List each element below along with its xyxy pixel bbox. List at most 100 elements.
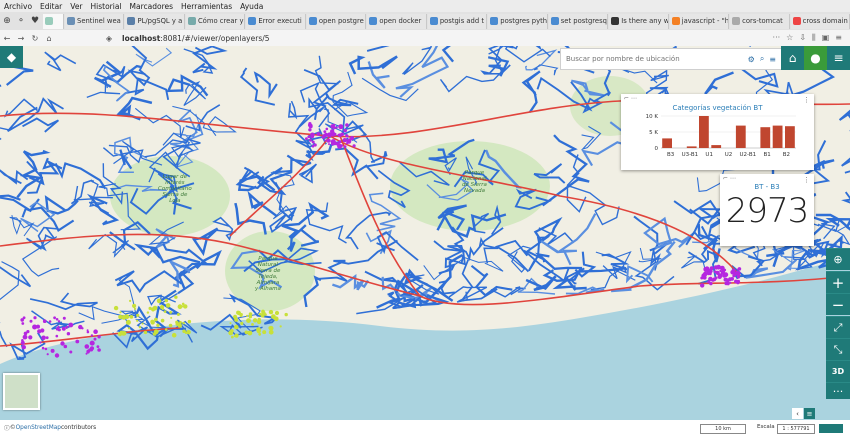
search-input[interactable] <box>564 54 748 64</box>
burger-menu-button[interactable]: ≡ <box>827 46 850 70</box>
point-feature <box>324 139 327 142</box>
sidebar-icon[interactable]: ⚬ <box>14 16 28 26</box>
point-feature <box>234 324 239 330</box>
point-feature <box>345 123 349 127</box>
more-icon[interactable]: ··· <box>773 33 781 43</box>
menu-editar[interactable]: Editar <box>36 2 66 11</box>
point-feature <box>736 280 739 283</box>
bar <box>662 138 672 148</box>
layers-icon: ◆ <box>6 50 17 64</box>
3d-button[interactable]: 3D <box>826 360 850 382</box>
browser-tab[interactable]: Cómo crear y <box>185 13 246 29</box>
back-icon[interactable]: ← <box>0 34 14 43</box>
pocket-icon[interactable]: ♥ <box>28 16 42 26</box>
point-feature <box>48 320 52 323</box>
network-line <box>838 109 850 121</box>
point-feature <box>244 330 249 335</box>
locate-button[interactable]: ⊕ <box>826 248 850 270</box>
tab-current[interactable] <box>43 13 64 29</box>
network-line <box>348 55 398 75</box>
favicon-icon <box>369 17 378 25</box>
browser-tab[interactable]: set postgresq <box>548 13 609 29</box>
point-feature <box>161 307 164 311</box>
more-tools-button[interactable]: ··· <box>826 382 850 399</box>
point-feature <box>90 334 94 337</box>
point-feature <box>46 353 49 356</box>
user-button[interactable]: ● <box>804 46 827 70</box>
point-feature <box>21 345 26 350</box>
toc-button[interactable]: ≡ <box>804 408 815 419</box>
search-icon[interactable]: ⌕ <box>760 54 764 64</box>
x-tick-label: U1 <box>705 152 713 158</box>
point-feature <box>156 298 162 304</box>
collapse-button[interactable]: ‹ <box>792 408 803 419</box>
back-nav-icon[interactable]: ⊕ <box>0 16 14 26</box>
sync-icon[interactable]: ▣ <box>822 33 830 43</box>
download-icon[interactable]: ⇩ <box>799 33 806 43</box>
pin-icon[interactable]: ⌐ ⋯ <box>723 175 736 182</box>
pin-icon[interactable]: ⌐ ⋯ <box>624 95 637 102</box>
point-feature <box>247 330 253 336</box>
point-feature <box>89 340 95 346</box>
point-feature <box>268 309 274 315</box>
browser-tab[interactable]: Error executi <box>246 13 306 29</box>
browser-tab[interactable]: PL/pgSQL y a <box>125 13 185 29</box>
browser-tab[interactable]: open postgre <box>306 13 367 29</box>
point-feature <box>338 140 342 144</box>
list-icon[interactable]: ≡ <box>769 55 776 64</box>
overview-map[interactable] <box>3 373 40 410</box>
browser-tab[interactable]: postgres pyth <box>488 13 548 29</box>
library-icon[interactable]: ⫼ <box>812 33 816 43</box>
point-feature <box>28 335 33 340</box>
point-feature <box>55 318 59 321</box>
browser-tab[interactable]: cors-tomcat <box>730 13 790 29</box>
widget-options-icon[interactable]: ⋮ <box>803 96 810 104</box>
scale-settings-button[interactable] <box>819 424 843 433</box>
browser-tab[interactable]: Sentinel wea <box>65 13 125 29</box>
point-feature <box>737 268 740 271</box>
tab-label: open postgre <box>318 17 364 25</box>
menu-icon[interactable]: ≡ <box>835 33 842 43</box>
point-feature <box>175 320 179 324</box>
bookmark-icon[interactable]: ☆ <box>786 33 793 43</box>
settings-icon[interactable]: ⚙ <box>748 55 755 64</box>
menu-marcadores[interactable]: Marcadores <box>126 2 178 11</box>
network-line <box>533 216 563 243</box>
point-feature <box>324 132 328 136</box>
shield-icon[interactable]: ◈ <box>102 34 116 43</box>
point-feature <box>236 311 240 315</box>
point-feature <box>246 314 249 317</box>
layers-button[interactable]: ◆ <box>0 46 23 68</box>
browser-tab[interactable]: javascript - "h <box>669 13 730 29</box>
point-feature <box>136 319 139 322</box>
browser-tab[interactable]: cross domain <box>790 13 850 29</box>
scale-ratio-prefix: 1 : <box>782 426 789 432</box>
menu-historial[interactable]: Historial <box>87 2 126 11</box>
osm-link[interactable]: OpenStreetMap <box>16 425 61 431</box>
network-line <box>0 322 8 348</box>
home-icon[interactable]: ⌂ <box>42 34 56 43</box>
point-feature <box>252 318 258 323</box>
browser-tab[interactable]: Is there any w <box>609 13 669 29</box>
reload-icon[interactable]: ↻ <box>28 34 42 43</box>
favicon-icon <box>127 17 136 25</box>
browser-tab[interactable]: open docker <box>367 13 427 29</box>
url-field[interactable]: localhost:8081/#/viewer/openlayers/5 <box>122 34 270 43</box>
menu-archivo[interactable]: Archivo <box>0 2 36 11</box>
browser-tab[interactable]: postgis add t <box>427 13 488 29</box>
point-feature <box>44 347 48 351</box>
zoom-extent-button[interactable]: ⤢ <box>826 316 850 338</box>
forward-icon[interactable]: → <box>14 34 28 43</box>
menu-ver[interactable]: Ver <box>66 2 86 11</box>
zoom-in-button[interactable]: + <box>826 271 850 293</box>
menu-ayuda[interactable]: Ayuda <box>236 2 267 11</box>
network-line <box>402 46 433 76</box>
menu-herramientas[interactable]: Herramientas <box>177 2 236 11</box>
fullscreen-icon: ⤡ <box>833 342 843 356</box>
zoom-out-button[interactable]: − <box>826 293 850 315</box>
fullscreen-button[interactable]: ⤡ <box>826 338 850 360</box>
home-button[interactable]: ⌂ <box>781 46 804 70</box>
widget-options-icon[interactable]: ⋮ <box>803 176 810 184</box>
scale-ratio-field[interactable]: 1 : 577791 <box>777 424 815 434</box>
point-feature <box>129 299 132 302</box>
